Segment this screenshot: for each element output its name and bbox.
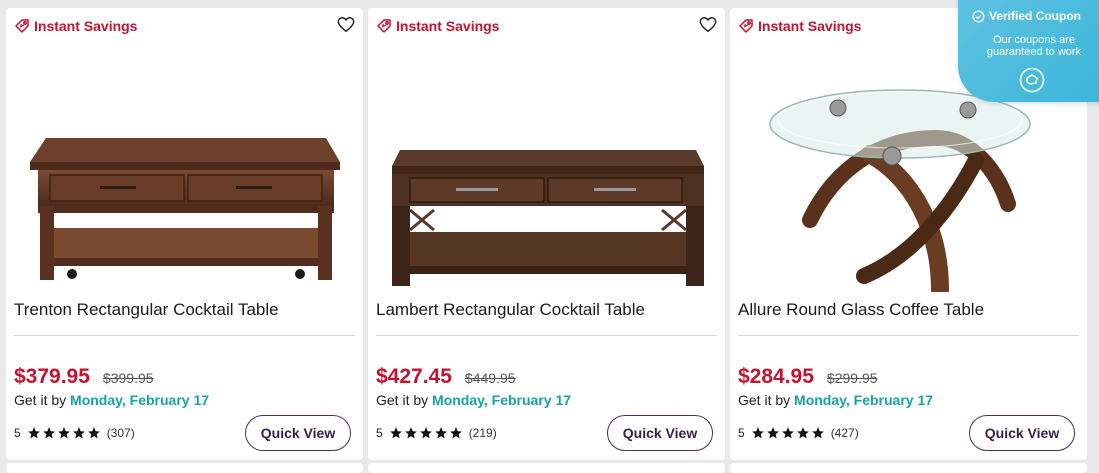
instant-savings-badge: Instant Savings	[738, 18, 861, 34]
product-title[interactable]: Trenton Rectangular Cocktail Table	[14, 300, 349, 320]
quick-view-button[interactable]: Quick View	[607, 415, 713, 451]
price-tag-icon	[377, 19, 391, 33]
original-price: $299.95	[826, 370, 878, 386]
delivery-prefix: Get it by	[738, 392, 791, 408]
delivery-info: Get it by Monday, February 17	[738, 392, 933, 408]
delivery-date: Monday, February 17	[794, 392, 934, 408]
heart-icon[interactable]	[699, 16, 717, 33]
heart-icon[interactable]	[337, 16, 355, 33]
price-tag-icon	[739, 19, 753, 33]
delivery-prefix: Get it by	[376, 392, 429, 408]
divider	[376, 335, 717, 336]
star-icon	[811, 427, 824, 439]
coupon-title: Verified Coupon	[972, 9, 1081, 23]
star-icon	[796, 427, 809, 439]
quick-view-button[interactable]: Quick View	[245, 415, 351, 451]
price-row: $427.45 $449.95	[376, 365, 516, 389]
rating[interactable]: 5 (307)	[14, 426, 135, 440]
delivery-info: Get it by Monday, February 17	[14, 392, 209, 408]
star-icon	[72, 427, 85, 439]
badge-label: Instant Savings	[396, 18, 500, 34]
quick-view-button[interactable]: Quick View	[969, 415, 1075, 451]
star-icon	[751, 427, 764, 439]
product-image[interactable]	[740, 80, 1080, 292]
rating-value: 5	[14, 426, 21, 440]
star-icon	[27, 427, 40, 439]
delivery-info: Get it by Monday, February 17	[376, 392, 571, 408]
price-row: $284.95 $299.95	[738, 365, 878, 389]
price-row: $379.95 $399.95	[14, 365, 154, 389]
divider	[738, 335, 1079, 336]
rating[interactable]: 5 (427)	[738, 426, 859, 440]
product-title[interactable]: Allure Round Glass Coffee Table	[738, 300, 1073, 320]
product-image[interactable]	[378, 80, 718, 292]
coupon-title-text: Verified Coupon	[989, 9, 1082, 23]
check-circle-icon	[972, 10, 985, 22]
next-row-card	[368, 463, 725, 473]
rating[interactable]: 5 (219)	[376, 426, 497, 440]
star-icon	[434, 427, 447, 439]
badge-label: Instant Savings	[34, 18, 138, 34]
original-price: $399.95	[102, 370, 154, 386]
star-icon	[42, 427, 55, 439]
delivery-date: Monday, February 17	[432, 392, 572, 408]
instant-savings-badge: Instant Savings	[376, 18, 499, 34]
star-icon	[404, 427, 417, 439]
divider	[14, 335, 355, 336]
star-rating	[751, 426, 825, 440]
review-count: (427)	[830, 426, 859, 440]
rating-value: 5	[738, 426, 745, 440]
star-rating	[389, 426, 463, 440]
delivery-prefix: Get it by	[14, 392, 67, 408]
badge-label: Instant Savings	[758, 18, 862, 34]
coupon-description: Our coupons are guaranteed to work	[986, 34, 1082, 58]
product-card[interactable]: Instant Savings Lambert Rectangular Cock…	[368, 8, 725, 460]
original-price: $449.95	[464, 370, 516, 386]
rating-value: 5	[376, 426, 383, 440]
instant-savings-badge: Instant Savings	[14, 18, 137, 34]
sale-price: $427.45	[376, 365, 452, 388]
product-title[interactable]: Lambert Rectangular Cocktail Table	[376, 300, 711, 320]
star-icon	[389, 427, 402, 439]
star-icon	[419, 427, 432, 439]
star-icon	[781, 427, 794, 439]
star-icon	[766, 427, 779, 439]
review-count: (307)	[106, 426, 135, 440]
product-card[interactable]: Instant Savings Trenton Rectangular Cock…	[6, 8, 363, 460]
price-tag-icon	[15, 19, 29, 33]
star-rating	[27, 426, 101, 440]
product-image[interactable]	[16, 80, 356, 292]
next-row-card	[730, 463, 1087, 473]
star-icon	[449, 427, 462, 439]
star-icon	[57, 427, 70, 439]
coupon-logo-icon[interactable]	[1019, 67, 1045, 93]
next-row-card	[6, 463, 363, 473]
verified-coupon-popup[interactable]: Verified Coupon Our coupons are guarante…	[958, 0, 1099, 102]
sale-price: $379.95	[14, 365, 90, 388]
delivery-date: Monday, February 17	[70, 392, 210, 408]
sale-price: $284.95	[738, 365, 814, 388]
review-count: (219)	[468, 426, 497, 440]
star-icon	[87, 427, 100, 439]
